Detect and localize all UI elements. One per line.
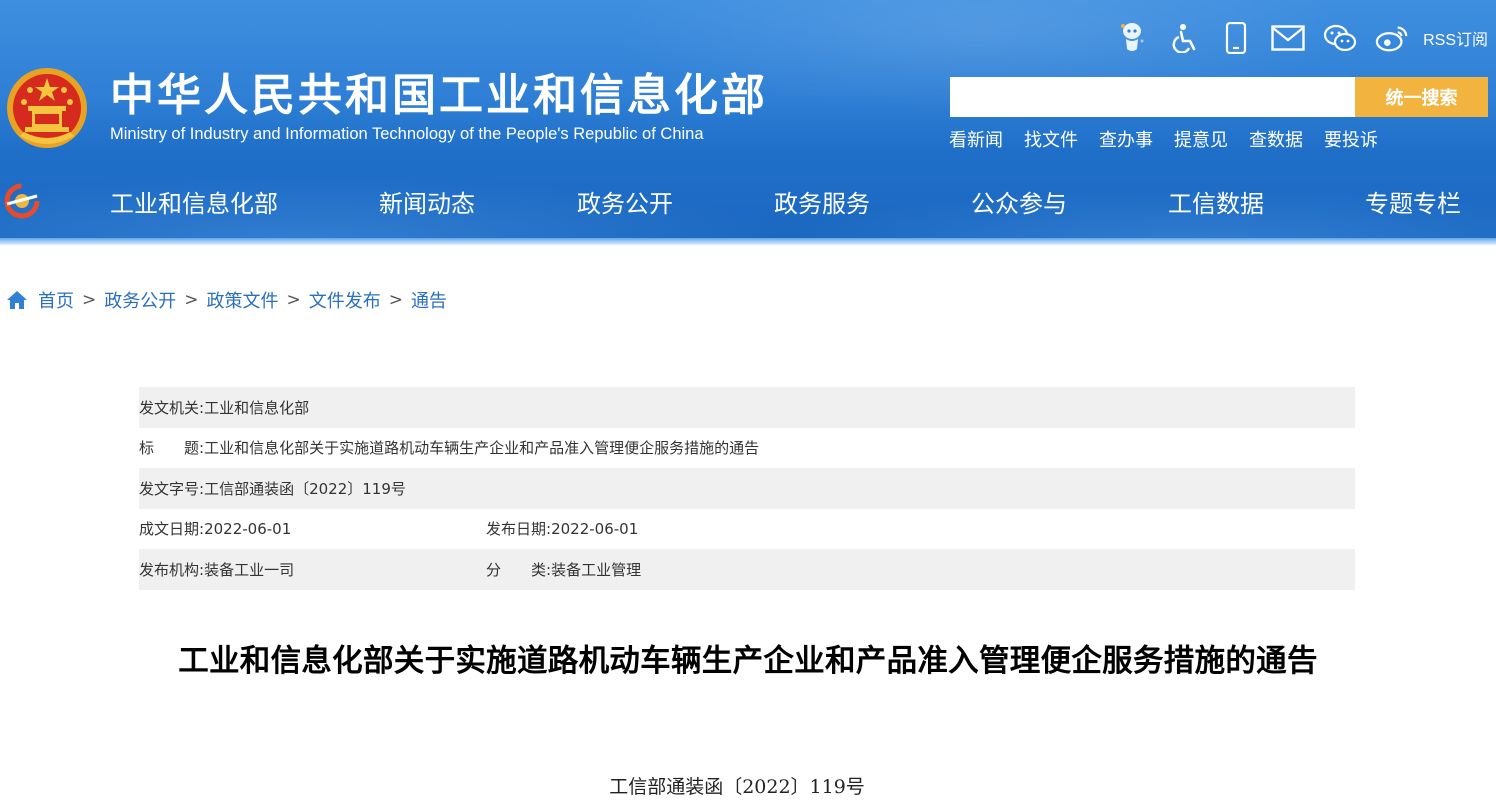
publish-date-value: 2022-06-01	[551, 519, 639, 538]
publish-date-cell: 发布日期: 2022-06-01	[486, 518, 638, 539]
issuer-value: 工业和信息化部	[204, 398, 310, 417]
nav-item-data[interactable]: 工信数据	[1168, 184, 1264, 219]
breadcrumb: 首页 > 政务公开 > 政策文件 > 文件发布 > 通告	[6, 288, 447, 312]
breadcrumb-policy-files[interactable]: 政策文件	[207, 287, 279, 313]
mobile-icon[interactable]	[1219, 21, 1253, 55]
doc-no-label: 发文字号:	[139, 479, 205, 498]
wechat-icon[interactable]	[1323, 21, 1357, 55]
main-nav: 工业和信息化部 新闻动态 政务公开 政务服务 公众参与 工信数据 专题专栏	[0, 180, 1496, 224]
quick-link-complaints[interactable]: 要投诉	[1324, 126, 1378, 152]
article-doc-number: 工信部通装函〔2022〕119号	[609, 776, 865, 798]
search-button[interactable]: 统一搜索	[1355, 77, 1488, 117]
quick-link-suggestions[interactable]: 提意见	[1174, 126, 1228, 152]
header-tools: RSS订阅	[1115, 20, 1488, 56]
quick-link-services[interactable]: 查办事	[1099, 126, 1153, 152]
search-input[interactable]	[950, 77, 1355, 117]
meta-row-org: 发布机构: 装备工业一司 分 类: 装备工业管理	[139, 549, 1355, 590]
mail-icon[interactable]	[1271, 21, 1305, 55]
weibo-icon[interactable]	[1375, 21, 1409, 55]
meta-row-dates: 成文日期: 2022-06-01 发布日期: 2022-06-01	[139, 509, 1355, 550]
doc-no-value: 工信部通装函〔2022〕119号	[204, 479, 406, 498]
breadcrumb-home[interactable]: 首页	[38, 287, 74, 313]
quick-links: 看新闻 找文件 查办事 提意见 查数据 要投诉	[949, 126, 1378, 152]
quick-link-data[interactable]: 查数据	[1249, 126, 1303, 152]
breadcrumb-separator: >	[184, 290, 199, 310]
breadcrumb-separator: >	[82, 290, 97, 310]
publish-date-label: 发布日期:	[486, 520, 552, 539]
breadcrumb-separator: >	[286, 290, 301, 310]
nav-item-gov-info[interactable]: 政务公开	[577, 184, 673, 219]
title-label: 标 题:	[139, 439, 205, 458]
article-title: 工业和信息化部关于实施道路机动车辆生产企业和产品准入管理便企服务措施的通告	[178, 644, 1318, 679]
site-title: 中华人民共和国工业和信息化部	[110, 70, 768, 121]
breadcrumb-file-release[interactable]: 文件发布	[309, 287, 381, 313]
category-value: 装备工业管理	[551, 560, 642, 579]
accessibility-icon[interactable]	[1167, 21, 1201, 55]
issuer-label: 发文机关:	[139, 398, 205, 417]
nav-item-news[interactable]: 新闻动态	[379, 184, 475, 219]
written-date-cell: 成文日期: 2022-06-01	[139, 518, 291, 539]
home-icon[interactable]	[6, 289, 28, 311]
document-meta-table: 发文机关: 工业和信息化部 标 题: 工业和信息化部关于实施道路机动车辆生产企业…	[139, 387, 1355, 590]
meta-row-issuer: 发文机关: 工业和信息化部	[139, 387, 1355, 428]
site-subtitle: Ministry of Industry and Information Tec…	[110, 125, 704, 143]
quick-link-files[interactable]: 找文件	[1024, 126, 1078, 152]
org-cell: 发布机构: 装备工业一司	[139, 559, 294, 580]
breadcrumb-gov-info[interactable]: 政务公开	[104, 287, 176, 313]
category-label: 分 类:	[486, 560, 552, 579]
meta-row-doc-no: 发文字号: 工信部通装函〔2022〕119号	[139, 468, 1355, 509]
nav-item-gov-services[interactable]: 政务服务	[774, 184, 870, 219]
ai-assistant-icon[interactable]	[1115, 21, 1149, 55]
meta-row-title: 标 题: 工业和信息化部关于实施道路机动车辆生产企业和产品准入管理便企服务措施的…	[139, 428, 1355, 469]
rss-link[interactable]: RSS订阅	[1423, 26, 1488, 50]
breadcrumb-notice[interactable]: 通告	[411, 287, 447, 313]
breadcrumb-separator: >	[388, 290, 403, 310]
nav-item-special-topics[interactable]: 专题专栏	[1365, 184, 1461, 219]
title-value: 工业和信息化部关于实施道路机动车辆生产企业和产品准入管理便企服务措施的通告	[204, 439, 760, 458]
quick-link-news[interactable]: 看新闻	[949, 126, 1003, 152]
org-value: 装备工业一司	[204, 560, 295, 579]
category-cell: 分 类: 装备工业管理	[486, 559, 641, 580]
written-date-value: 2022-06-01	[204, 519, 292, 538]
site-header: 中华人民共和国工业和信息化部 Ministry of Industry and …	[0, 0, 1496, 245]
national-emblem-icon[interactable]	[6, 66, 88, 150]
nav-item-public-participation[interactable]: 公众参与	[971, 184, 1067, 219]
nav-item-ministry[interactable]: 工业和信息化部	[110, 184, 278, 219]
written-date-label: 成文日期:	[139, 520, 205, 539]
org-label: 发布机构:	[139, 560, 205, 579]
